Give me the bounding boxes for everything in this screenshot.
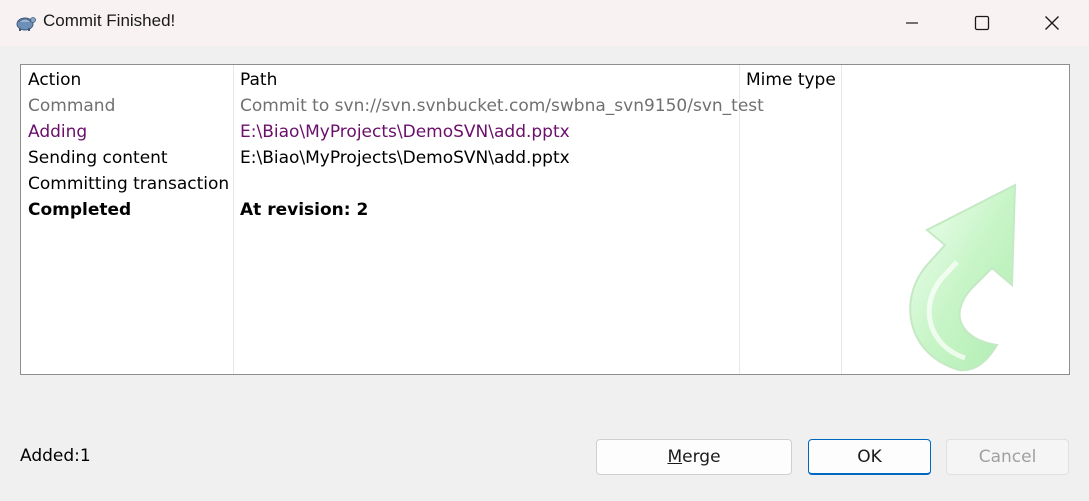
merge-label: erge <box>682 447 721 467</box>
action-cell: Committing transaction... <box>28 174 228 194</box>
list-item[interactable]: Command Commit to svn://svn.svnbucket.co… <box>21 96 1069 122</box>
path-cell: E:\Biao\MyProjects\DemoSVN\add.pptx <box>240 148 570 168</box>
minimize-icon <box>906 22 918 24</box>
merge-button[interactable]: Merge <box>596 439 792 475</box>
path-cell: E:\Biao\MyProjects\DemoSVN\add.pptx <box>240 122 570 142</box>
cancel-label: Cancel <box>978 447 1037 467</box>
action-cell: Completed <box>28 200 132 220</box>
maximize-button[interactable] <box>947 0 1017 46</box>
path-cell: At revision: 2 <box>240 200 369 220</box>
window-title: Commit Finished! <box>43 11 176 30</box>
column-header-mime-type[interactable]: Mime type <box>746 70 836 90</box>
title-bar: Commit Finished! <box>0 0 1089 46</box>
status-summary: Added:1 <box>20 446 91 466</box>
ok-button[interactable]: OK <box>808 439 931 475</box>
maximize-icon <box>974 15 990 31</box>
list-item[interactable]: Adding E:\Biao\MyProjects\DemoSVN\add.pp… <box>21 122 1069 148</box>
close-button[interactable] <box>1017 0 1087 46</box>
cancel-button[interactable]: Cancel <box>946 439 1069 475</box>
action-cell: Adding <box>28 122 88 142</box>
tortoise-svn-icon <box>16 17 36 31</box>
action-cell: Sending content <box>28 148 168 168</box>
close-icon <box>1045 16 1059 30</box>
list-item[interactable]: Sending content E:\Biao\MyProjects\DemoS… <box>21 148 1069 174</box>
column-header-action[interactable]: Action <box>28 70 81 90</box>
list-item[interactable]: Completed At revision: 2 <box>21 200 1069 226</box>
commit-results-list[interactable]: Action Path Mime type Command Commit to … <box>20 64 1070 375</box>
merge-mnemonic: M <box>667 447 683 467</box>
action-cell: Command <box>28 96 116 116</box>
ok-label: OK <box>857 446 882 467</box>
column-header-path[interactable]: Path <box>240 70 277 90</box>
minimize-button[interactable] <box>877 0 947 46</box>
path-cell: Commit to svn://svn.svnbucket.com/swbna_… <box>240 96 764 116</box>
list-item[interactable]: Committing transaction... <box>21 174 1069 200</box>
